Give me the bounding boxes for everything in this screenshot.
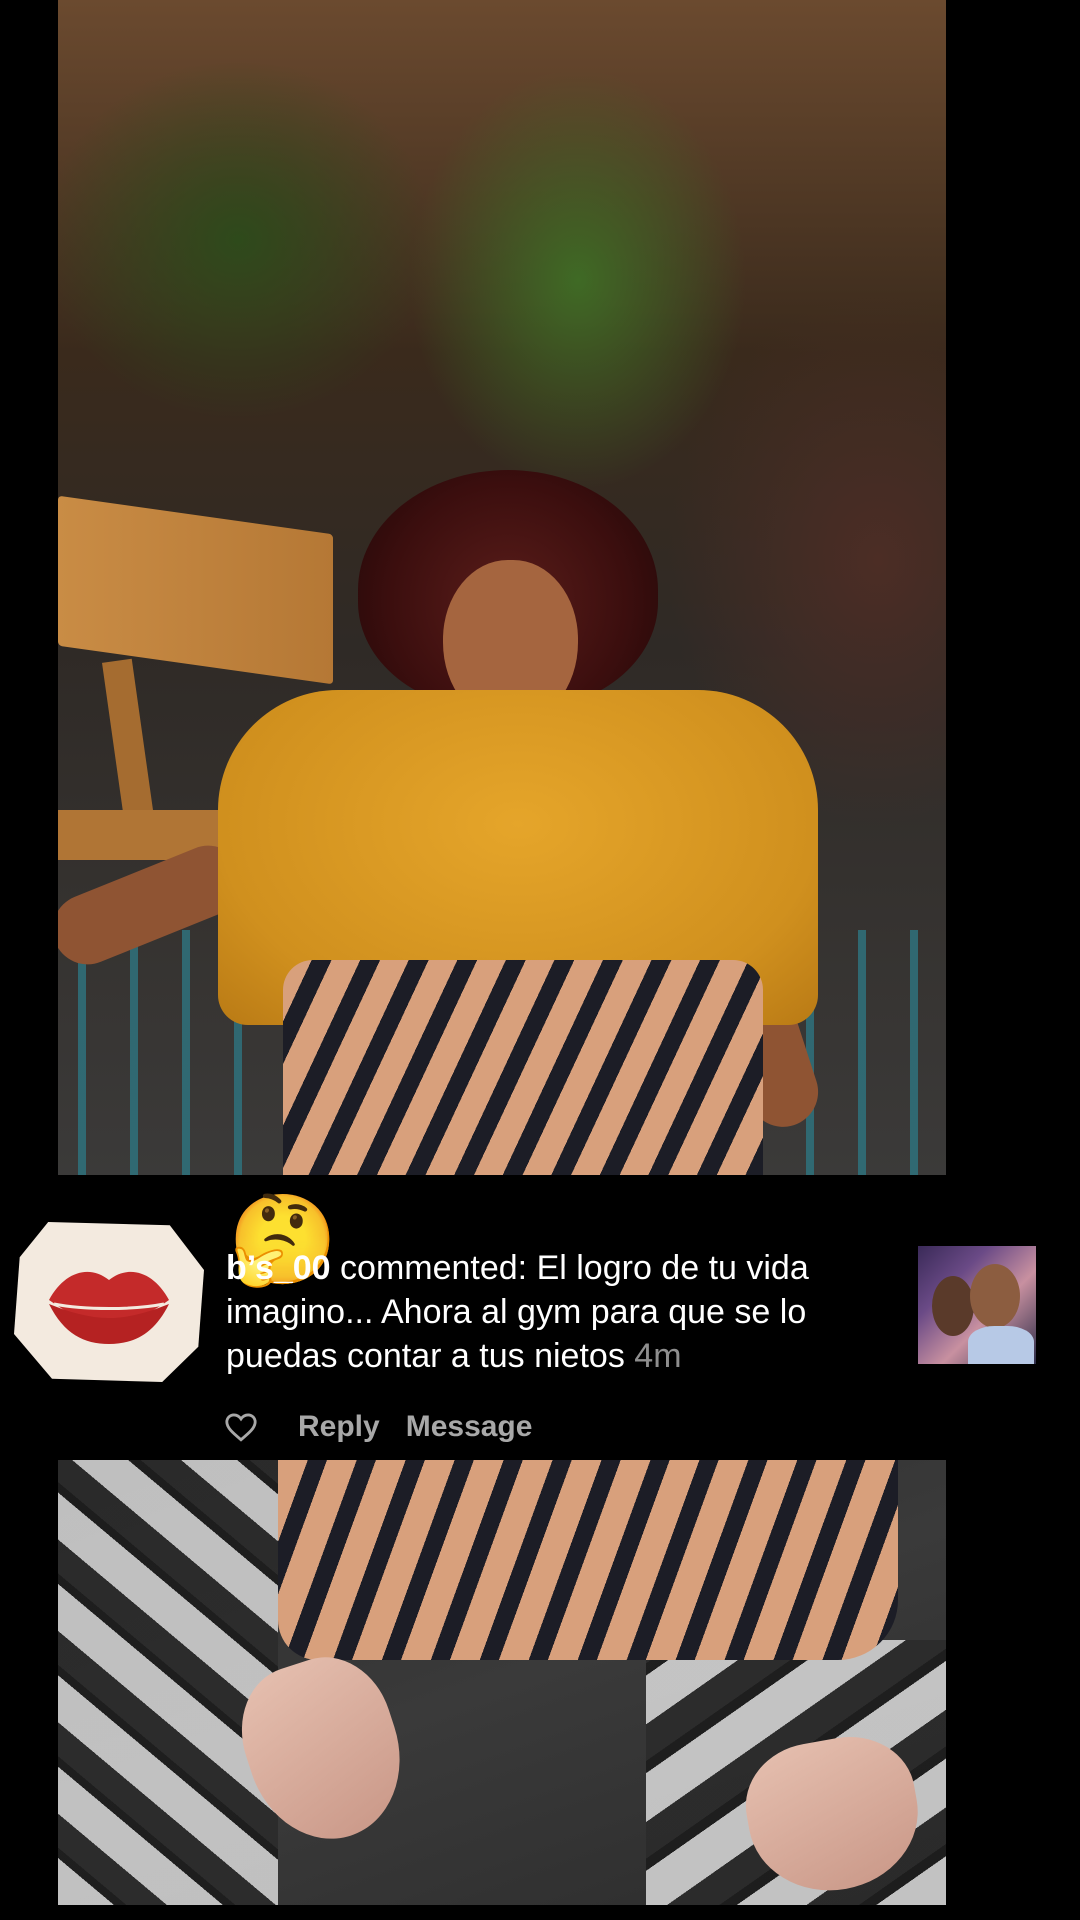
comment-username[interactable]: b’s_00	[226, 1249, 331, 1287]
heart-icon[interactable]	[224, 1410, 258, 1444]
comment-text: b’s_00 commented: El logro de tu vida im…	[226, 1246, 906, 1378]
lips-sticker-icon	[49, 1271, 169, 1344]
person-skirt	[283, 960, 763, 1175]
picnic-table-leg	[102, 658, 154, 822]
comment-timestamp: 4m	[634, 1337, 682, 1375]
thumbnail-shirt	[968, 1326, 1034, 1364]
thumbnail-person-1	[932, 1276, 974, 1336]
post-thumbnail[interactable]	[918, 1246, 1036, 1364]
message-button[interactable]: Message	[406, 1410, 533, 1444]
background-photo-bottom	[58, 1460, 946, 1905]
comment-actions: Reply Message	[224, 1402, 558, 1452]
picnic-table	[58, 495, 333, 685]
commenter-avatar[interactable]	[14, 1222, 204, 1382]
background-photo-top	[58, 0, 946, 1175]
comment-action-text: commented:	[330, 1249, 537, 1287]
mosaic-tiles-left	[58, 1460, 278, 1905]
reply-button[interactable]: Reply	[298, 1410, 380, 1444]
person-skirt-lower	[278, 1460, 898, 1660]
thumbnail-person-2	[970, 1264, 1020, 1328]
